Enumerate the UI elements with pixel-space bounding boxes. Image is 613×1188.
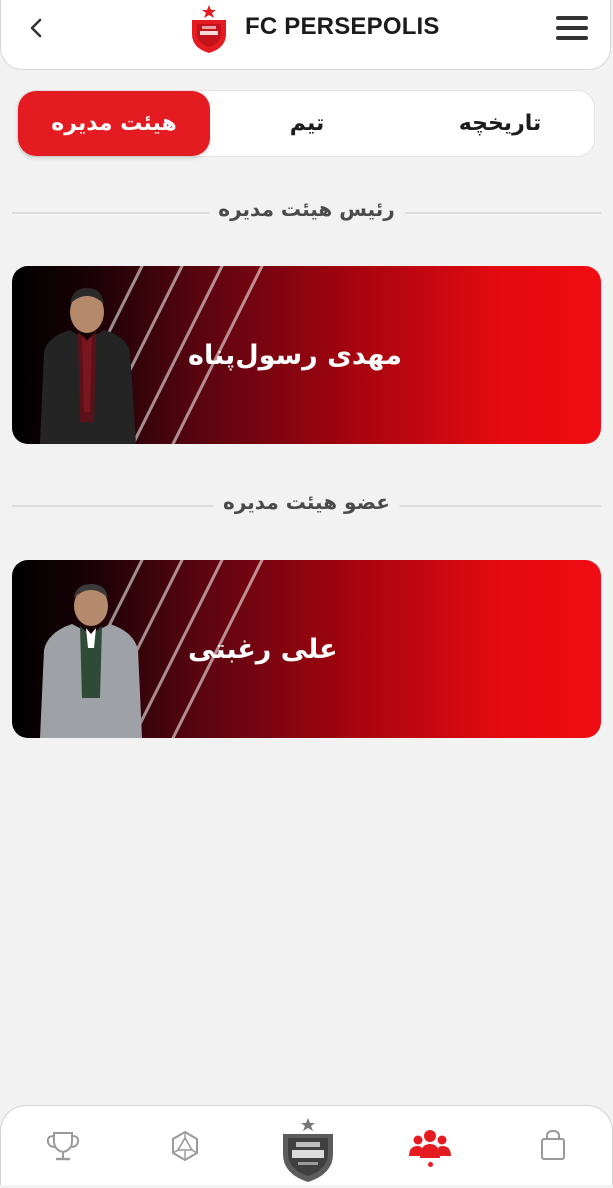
- tab-board-of-directors[interactable]: هیئت مدیره: [18, 91, 210, 156]
- chairman-card[interactable]: مهدی رسول‌پناه: [12, 266, 601, 444]
- nav-home-club-logo[interactable]: [280, 1116, 336, 1184]
- club-logo: [188, 4, 230, 54]
- tab-history[interactable]: تاریخچه: [404, 91, 596, 156]
- back-button[interactable]: [23, 14, 51, 42]
- section-title: رئیس هیئت مدیره: [208, 197, 405, 221]
- member-name: مهدی رسول‌پناه: [188, 339, 402, 371]
- section-title: عضو هیئت مدیره: [213, 490, 400, 514]
- app-title: FC PERSEPOLIS: [245, 13, 440, 40]
- member-photo: [40, 584, 142, 738]
- bottom-navigation: [0, 1105, 613, 1185]
- trophy-icon: [46, 1132, 80, 1161]
- member-card[interactable]: علی رغبتی: [12, 560, 601, 738]
- member-name: علی رغبتی: [188, 633, 338, 665]
- app-header: FC PERSEPOLIS: [0, 0, 611, 70]
- chairman-section-heading: رئیس هیئت مدیره: [12, 197, 601, 227]
- active-indicator-dot: [428, 1162, 433, 1167]
- shopping-bag-icon: [541, 1129, 565, 1160]
- chevron-left-icon: [30, 18, 42, 38]
- nav-trophies[interactable]: [41, 1124, 85, 1168]
- hamburger-menu-button[interactable]: [554, 12, 590, 44]
- d20-dice-icon: [172, 1130, 198, 1162]
- board-tabs: تاریخچه تیم هیئت مدیره: [17, 90, 595, 157]
- nav-games[interactable]: [163, 1124, 207, 1168]
- nav-shop[interactable]: [531, 1124, 575, 1168]
- chairman-photo: [40, 288, 136, 444]
- club-logo-icon: [283, 1118, 333, 1182]
- tab-team[interactable]: تیم: [211, 91, 403, 156]
- member-section-heading: عضو هیئت مدیره: [12, 490, 601, 520]
